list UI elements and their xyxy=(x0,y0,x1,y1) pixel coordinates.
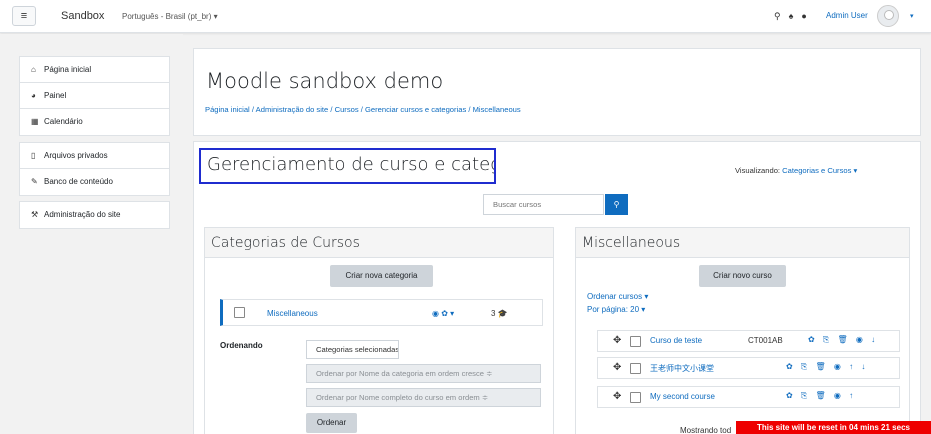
user-menu-name[interactable]: Admin User xyxy=(826,11,868,20)
chevron-down-icon[interactable]: ▾ xyxy=(910,12,914,20)
course-row[interactable]: ✥ Curso de teste CT001AB ✿ ⎘ 🗑 ◉ ↓ xyxy=(597,330,900,352)
course-link[interactable]: Curso de teste xyxy=(650,336,702,345)
per-page-link[interactable]: Por página: 20 ▾ xyxy=(587,305,645,314)
search-courses-input[interactable] xyxy=(483,194,604,215)
category-actions[interactable]: ◉ ✿ ▾ xyxy=(432,309,454,318)
sidebar-item-home[interactable]: ⌂ Página inicial xyxy=(20,57,169,83)
sidebar-item-private-files[interactable]: ▯ Arquivos privados xyxy=(20,143,169,169)
course-count: 3 🎓 xyxy=(491,309,508,318)
avatar[interactable] xyxy=(877,5,899,27)
create-category-button[interactable]: Criar nova categoria xyxy=(330,265,433,287)
search-icon[interactable]: ⚲ xyxy=(774,11,789,21)
course-actions[interactable]: ✿ ⎘ 🗑 ◉ ↓ xyxy=(808,335,878,345)
category-row[interactable]: Miscellaneous ◉ ✿ ▾ 3 🎓 xyxy=(220,299,543,326)
sidebar-item-site-admin[interactable]: ⚒ Administração do site xyxy=(20,202,169,228)
language-menu[interactable]: Português - Brasil (pt_br) ▾ xyxy=(122,12,218,21)
course-actions[interactable]: ✿ ⎘ 🗑 ◉ ↑ xyxy=(786,391,856,401)
view-mode-link[interactable]: Categorias e Cursos ▾ xyxy=(782,166,857,175)
course-link[interactable]: 王老师中文小课堂 xyxy=(650,363,714,374)
ordering-label: Ordenando xyxy=(220,341,263,350)
courses-panel-title: Miscellaneous xyxy=(576,228,909,258)
home-icon: ⌂ xyxy=(31,65,36,74)
search-icon: ⚲ xyxy=(613,200,620,209)
order-button[interactable]: Ordenar xyxy=(306,413,357,433)
move-icon[interactable]: ✥ xyxy=(613,335,621,346)
move-icon[interactable]: ✥ xyxy=(613,362,621,373)
nav-group-admin: ⚒ Administração do site xyxy=(19,201,170,229)
site-brand[interactable]: Sandbox xyxy=(61,10,104,22)
sidebar-item-content-bank[interactable]: ✎ Banco de conteúdo xyxy=(20,169,169,195)
course-link[interactable]: My second course xyxy=(650,392,715,401)
hamburger-icon[interactable]: ≡ xyxy=(12,6,36,26)
move-icon[interactable]: ✥ xyxy=(613,391,621,402)
sidebar-item-dashboard[interactable]: ◕ Painel xyxy=(20,83,169,109)
wrench-icon: ⚒ xyxy=(31,210,39,219)
management-title: Gerenciamento de curso e categoria xyxy=(199,148,496,184)
sidebar-item-calendar[interactable]: ▦ Calendário xyxy=(20,109,169,135)
course-code: CT001AB xyxy=(748,336,783,345)
course-row[interactable]: ✥ My second course ✿ ⎘ 🗑 ◉ ↑ xyxy=(597,386,900,408)
dashboard-icon: ◕ xyxy=(31,91,36,100)
page-title: Moodle sandbox demo xyxy=(206,69,444,93)
showing-count: Mostrando tod xyxy=(680,426,732,434)
file-icon: ▯ xyxy=(31,151,36,160)
bell-icon[interactable]: ♠ xyxy=(789,11,802,21)
selected-categories-select[interactable]: Categorias selecionadas ≑ xyxy=(306,340,399,359)
course-checkbox[interactable] xyxy=(630,336,641,347)
nav-group-files: ▯ Arquivos privados ✎ Banco de conteúdo xyxy=(19,142,170,196)
category-link[interactable]: Miscellaneous xyxy=(267,309,318,318)
reset-banner: This site will be reset in 04 mins 21 se… xyxy=(736,421,931,434)
categories-panel-title: Categorias de Cursos xyxy=(205,228,553,258)
course-checkbox[interactable] xyxy=(630,363,641,374)
category-sort-select[interactable]: Ordenar por Nome da categoria em ordem c… xyxy=(306,364,541,383)
top-navbar: ≡ Sandbox Português - Brasil (pt_br) ▾ ⚲… xyxy=(0,0,931,33)
calendar-icon: ▦ xyxy=(31,117,39,126)
view-mode-selector[interactable]: Visualizando: Categorias e Cursos ▾ xyxy=(735,166,857,175)
search-button[interactable]: ⚲ xyxy=(605,194,628,215)
breadcrumb[interactable]: Página inicial / Administração do site /… xyxy=(205,105,521,114)
category-checkbox[interactable] xyxy=(234,307,245,318)
course-checkbox[interactable] xyxy=(630,392,641,403)
course-sort-select[interactable]: Ordenar por Nome completo do curso em or… xyxy=(306,388,541,407)
pencil-icon: ✎ xyxy=(31,177,38,186)
course-row[interactable]: ✥ 王老师中文小课堂 ✿ ⎘ 🗑 ◉ ↑ ↓ xyxy=(597,357,900,379)
create-course-button[interactable]: Criar novo curso xyxy=(699,265,786,287)
sort-courses-link[interactable]: Ordenar cursos ▾ xyxy=(587,292,648,301)
navbar-icons: ⚲♠● xyxy=(774,11,815,22)
chat-icon[interactable]: ● xyxy=(801,11,814,21)
course-actions[interactable]: ✿ ⎘ 🗑 ◉ ↑ ↓ xyxy=(786,362,868,372)
graduation-cap-icon: 🎓 xyxy=(497,309,508,318)
nav-group-main: ⌂ Página inicial ◕ Painel ▦ Calendário xyxy=(19,56,170,136)
